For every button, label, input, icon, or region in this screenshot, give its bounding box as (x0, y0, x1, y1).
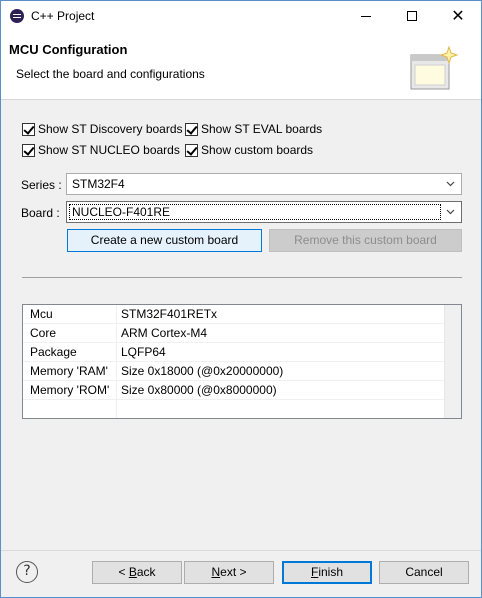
show-eval-checkbox[interactable]: Show ST EVAL boards (185, 121, 322, 137)
finish-button[interactable]: Finish (282, 561, 372, 584)
series-select[interactable]: STM32F4 (66, 173, 462, 195)
show-discovery-checkbox[interactable]: Show ST Discovery boards (22, 121, 183, 137)
info-key: Core (30, 326, 57, 340)
info-value: LQFP64 (121, 345, 166, 359)
show-nucleo-checkbox[interactable]: Show ST NUCLEO boards (22, 142, 180, 158)
page-subtitle: Select the board and configurations (16, 67, 205, 81)
vertical-scrollbar[interactable] (444, 305, 461, 418)
board-label: Board : (21, 206, 60, 220)
footer-separator (1, 550, 481, 551)
wizard-banner-icon (410, 45, 459, 90)
info-key: Memory 'ROM' (30, 383, 110, 397)
info-value: ARM Cortex-M4 (121, 326, 208, 340)
maximize-button[interactable] (389, 1, 435, 31)
checkbox-eval-box[interactable] (185, 122, 198, 136)
table-row[interactable]: Memory 'RAM' Size 0x18000 (@0x20000000) (23, 362, 444, 381)
chevron-down-icon (446, 181, 455, 187)
title-bar[interactable]: C++ Project ✕ (1, 1, 481, 31)
help-icon[interactable]: ? (16, 561, 38, 583)
table-row[interactable]: Package LQFP64 (23, 343, 444, 362)
checkbox-discovery-box[interactable] (22, 122, 35, 136)
board-select[interactable]: NUCLEO-F401RE (66, 201, 462, 223)
window-title: C++ Project (31, 9, 95, 23)
checkbox-nucleo-box[interactable] (22, 143, 35, 157)
checkbox-nucleo-label: Show ST NUCLEO boards (38, 143, 180, 157)
table-row[interactable]: Mcu STM32F401RETx (23, 305, 444, 324)
table-row[interactable]: Core ARM Cortex-M4 (23, 324, 444, 343)
wizard-banner: MCU Configuration Select the board and c… (1, 31, 481, 100)
eclipse-icon (10, 9, 24, 23)
checkbox-custom-label: Show custom boards (201, 143, 314, 157)
cancel-button[interactable]: Cancel (379, 561, 469, 584)
create-custom-board-button[interactable]: Create a new custom board (67, 229, 262, 252)
table-row[interactable]: Memory 'ROM' Size 0x80000 (@0x8000000) (23, 381, 444, 400)
info-key: Package (30, 345, 77, 359)
minimize-button[interactable] (343, 1, 389, 31)
series-value: STM32F4 (72, 177, 125, 191)
info-value: Size 0x80000 (@0x8000000) (121, 383, 277, 397)
chevron-down-icon (446, 209, 455, 215)
separator (22, 277, 462, 278)
dialog-window: C++ Project ✕ MCU Configuration Select t… (0, 0, 482, 598)
series-label: Series : (21, 178, 62, 192)
remove-custom-board-button[interactable]: Remove this custom board (269, 229, 462, 252)
close-icon: ✕ (451, 6, 465, 25)
checkbox-discovery-label: Show ST Discovery boards (38, 122, 183, 136)
info-value: STM32F401RETx (121, 307, 218, 321)
info-key: Mcu (30, 307, 53, 321)
back-button[interactable]: < Back (92, 561, 182, 584)
checkbox-custom-box[interactable] (185, 143, 198, 157)
minimize-icon (361, 15, 371, 17)
info-key: Memory 'RAM' (30, 364, 108, 378)
checkbox-eval-label: Show ST EVAL boards (201, 122, 323, 136)
board-value: NUCLEO-F401RE (72, 205, 171, 219)
close-button[interactable]: ✕ (435, 1, 481, 31)
info-value: Size 0x18000 (@0x20000000) (121, 364, 284, 378)
maximize-icon (407, 11, 417, 21)
page-title: MCU Configuration (9, 42, 128, 57)
board-info-table[interactable]: Mcu STM32F401RETx Core ARM Cortex-M4 Pac… (22, 304, 462, 419)
next-button[interactable]: Next > (184, 561, 274, 584)
show-custom-checkbox[interactable]: Show custom boards (185, 142, 313, 158)
